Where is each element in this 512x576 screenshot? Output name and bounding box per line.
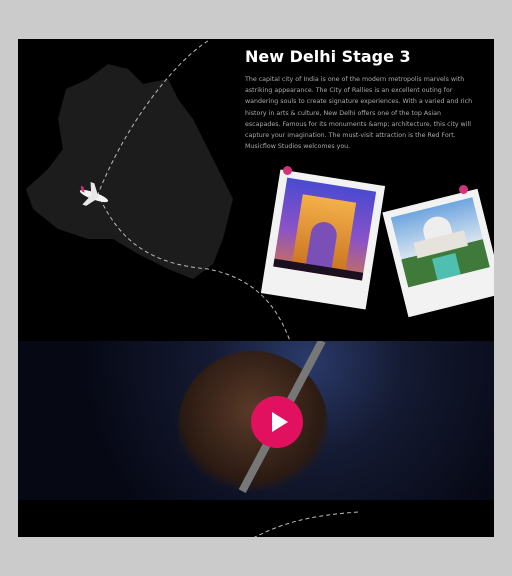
play-button[interactable] <box>251 396 303 448</box>
stage-section: New Delhi Stage 3 The capital city of In… <box>18 39 494 537</box>
page-title: New Delhi Stage 3 <box>245 47 411 66</box>
flight-path-bottom <box>253 511 359 537</box>
description-line: Musicflow Studios welcomes you. <box>245 143 351 151</box>
video-player[interactable] <box>18 341 494 500</box>
delhi-map-shape <box>26 64 233 279</box>
pushpin-icon <box>459 185 468 194</box>
polaroid-india-gate <box>260 169 386 310</box>
stage-description: The capital city of India is one of the … <box>245 74 494 152</box>
description-line: capture your imagination. The must-visit… <box>245 132 456 140</box>
description-line: history in arts & culture, New Delhi off… <box>245 109 442 117</box>
description-line: wandering souls to create signature expe… <box>245 98 473 106</box>
description-line: astriking appearance. The City of Rallie… <box>245 87 453 95</box>
description-line: escapades. Famous for its monuments &amp… <box>245 120 471 128</box>
taj-mahal-photo <box>390 197 490 288</box>
description-line: The capital city of India is one of the … <box>245 76 465 83</box>
pushpin-icon <box>283 166 292 175</box>
india-gate-photo <box>273 177 377 281</box>
